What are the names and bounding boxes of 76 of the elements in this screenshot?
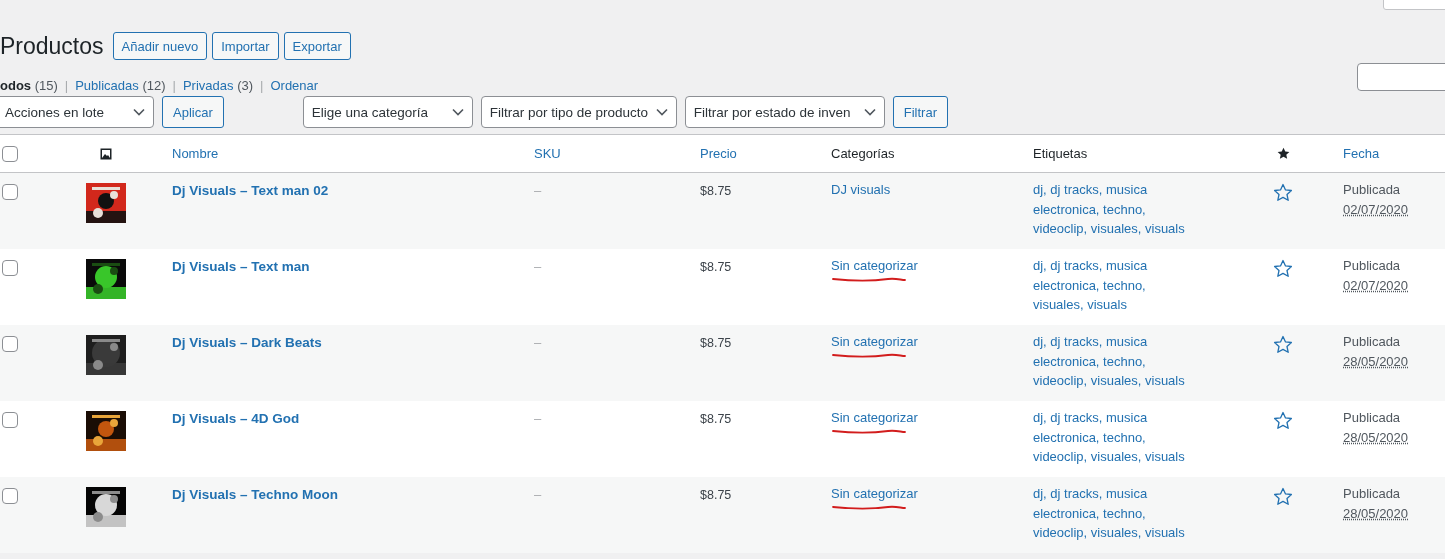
bulk-actions-select[interactable]: Acciones en lote [0, 96, 154, 128]
status-text: Publicada [1343, 334, 1401, 349]
header-button[interactable]: Exportar [283, 32, 351, 60]
category-link[interactable]: Sin categorizar [831, 256, 918, 276]
category-link[interactable]: Sin categorizar [831, 484, 918, 504]
category-link[interactable]: Sin categorizar [831, 408, 918, 428]
view-link[interactable]: Privadas (3) [182, 77, 254, 93]
status-text: Publicada [1343, 182, 1401, 197]
row-checkbox[interactable] [2, 336, 18, 352]
date-text: 02/07/2020 [1343, 201, 1409, 217]
separator: | [172, 77, 176, 93]
column-header[interactable]: Precio [700, 146, 737, 161]
header-button[interactable]: Importar [212, 32, 279, 60]
product-name-link[interactable]: Dj Visuals – Techno Moon [172, 487, 339, 502]
star-icon[interactable] [1273, 411, 1293, 431]
tags-link[interactable]: dj, dj tracks, musica electronica, techno, videoclip, visuales, visuals [1033, 332, 1198, 391]
product-name-link[interactable]: Dj Visuals – Text man [172, 259, 310, 274]
column-header: Categorías [831, 146, 895, 161]
header-button[interactable]: Añadir nuevo [112, 32, 208, 60]
price-text: $8.75 [700, 336, 732, 350]
chevron-down-icon [451, 108, 464, 116]
view-link[interactable]: Publicadas (12) [75, 77, 166, 93]
select-all-checkbox[interactable] [2, 145, 18, 162]
view-link[interactable]: Ordenar [270, 77, 319, 93]
product-name-link[interactable]: Dj Visuals – 4D God [172, 411, 300, 426]
star-icon[interactable] [1276, 147, 1290, 160]
view-link[interactable]: odos (15) [0, 77, 58, 93]
filter-select[interactable]: Filtrar por estado de inven [684, 96, 885, 128]
date-text: 28/05/2020 [1343, 429, 1409, 445]
apply-button[interactable]: Aplicar [162, 96, 224, 128]
status-text: Publicada [1343, 258, 1401, 273]
sku-text: – [534, 259, 542, 274]
tags-link[interactable]: dj, dj tracks, musica electronica, techno, videoclip, visuales, visuals [1033, 408, 1198, 467]
search-field[interactable] [1357, 63, 1445, 91]
star-icon[interactable] [1273, 487, 1293, 507]
row-checkbox[interactable] [2, 184, 18, 200]
sku-text: – [534, 183, 542, 198]
filter-select[interactable]: Filtrar por tipo de producto [480, 96, 677, 128]
column-header[interactable]: Fecha [1343, 146, 1380, 161]
price-text: $8.75 [700, 184, 732, 198]
sku-text: – [534, 487, 542, 502]
category-link[interactable]: DJ visuals [831, 180, 891, 200]
tags-link[interactable]: dj, dj tracks, musica electronica, techno, visuales, visuals [1033, 256, 1198, 315]
price-text: $8.75 [700, 412, 732, 426]
status-text: Publicada [1343, 410, 1401, 425]
date-text: 28/05/2020 [1343, 505, 1409, 521]
row-checkbox[interactable] [2, 260, 18, 276]
chevron-down-icon [863, 108, 876, 116]
separator: | [64, 77, 69, 93]
chevron-down-icon [133, 108, 145, 116]
price-text: $8.75 [700, 488, 732, 502]
date-text: 02/07/2020 [1343, 277, 1409, 293]
sku-text: – [534, 335, 542, 350]
image-icon [100, 147, 112, 160]
filter-button[interactable]: Filtrar [892, 96, 948, 128]
product-name-link[interactable]: Dj Visuals – Text man 02 [172, 183, 329, 198]
column-header[interactable]: Nombre [172, 146, 219, 161]
filter-select[interactable]: Elige una categoría [302, 96, 473, 128]
star-icon[interactable] [1273, 335, 1293, 355]
row-checkbox[interactable] [2, 488, 18, 504]
star-icon[interactable] [1273, 259, 1293, 279]
sku-text: – [534, 411, 542, 426]
star-icon[interactable] [1273, 183, 1293, 203]
status-text: Publicada [1343, 486, 1401, 501]
row-checkbox[interactable] [2, 412, 18, 428]
column-header[interactable]: SKU [534, 146, 561, 161]
separator: | [260, 77, 264, 93]
product-name-link[interactable]: Dj Visuals – Dark Beats [172, 335, 322, 350]
tags-link[interactable]: dj, dj tracks, musica electronica, techno, videoclip, visuales, visuals [1033, 484, 1198, 543]
category-link[interactable]: Sin categorizar [831, 332, 918, 352]
chevron-down-icon [655, 108, 668, 116]
tags-link[interactable]: dj, dj tracks, musica electronica, techno, videoclip, visuales, visuals [1033, 180, 1198, 239]
column-header: Etiquetas [1033, 146, 1088, 161]
date-text: 28/05/2020 [1343, 353, 1409, 369]
page-title: Productos [0, 32, 104, 60]
price-text: $8.75 [700, 260, 732, 274]
